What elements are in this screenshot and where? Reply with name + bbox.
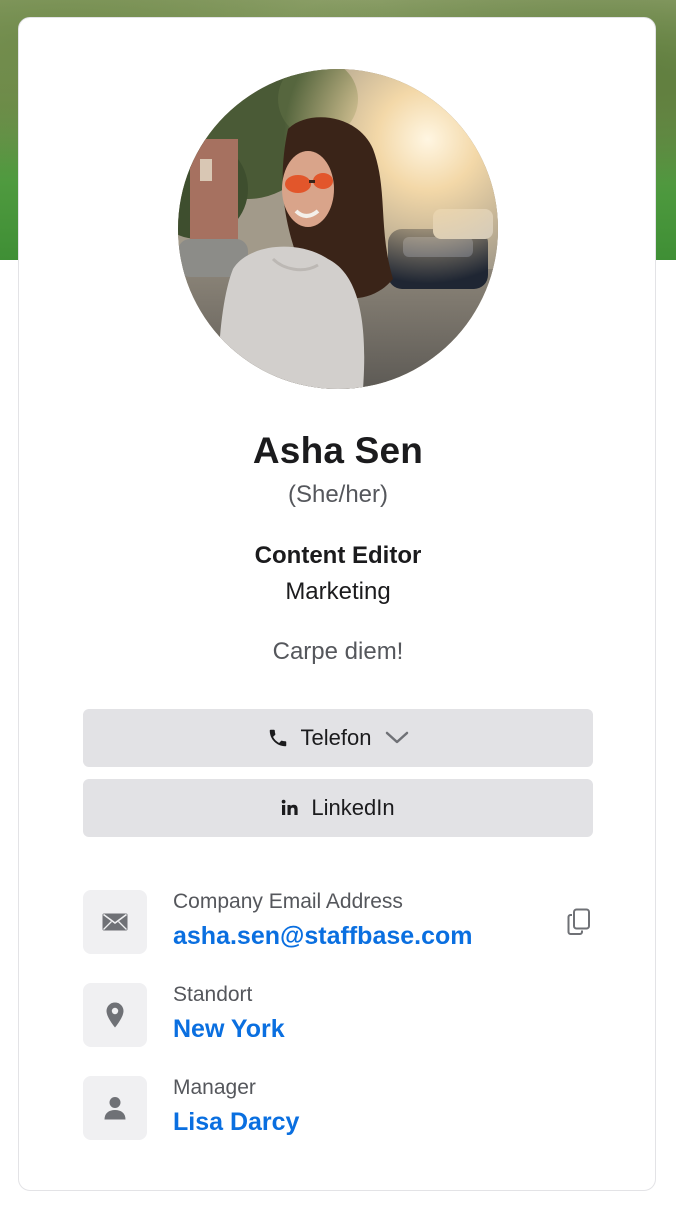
chevron-down-icon: [385, 731, 409, 745]
department: Marketing: [285, 578, 391, 605]
envelope-icon: [83, 890, 147, 954]
location-link[interactable]: New York: [173, 1015, 285, 1044]
manager-row: Manager Lisa Darcy: [83, 1076, 593, 1140]
person-icon: [83, 1076, 147, 1140]
profile-pronouns: (She/her): [287, 481, 389, 508]
status-message: Carpe diem!: [272, 638, 404, 665]
avatar: [178, 69, 498, 389]
email-link[interactable]: asha.sen@staffbase.com: [173, 922, 473, 951]
location-label: Standort: [173, 983, 253, 1006]
location-row: Standort New York: [83, 983, 593, 1047]
profile-name: Asha Sen: [252, 430, 424, 471]
email-row: Company Email Address asha.sen@staffbase…: [83, 890, 593, 954]
profile-card: Asha Sen (She/her) Content Editor Market…: [18, 17, 656, 1191]
profile-page: Asha Sen (She/her) Content Editor Market…: [0, 0, 676, 1216]
linkedin-icon: [281, 799, 299, 817]
copy-icon[interactable]: [565, 906, 593, 938]
linkedin-button-label: LinkedIn: [311, 795, 395, 820]
linkedin-button[interactable]: LinkedIn: [83, 779, 593, 837]
manager-label: Manager: [173, 1076, 256, 1099]
phone-button-label: Telefon: [300, 725, 372, 750]
location-pin-icon: [83, 983, 147, 1047]
job-title: Content Editor: [254, 542, 422, 569]
email-label: Company Email Address: [173, 890, 403, 913]
manager-link[interactable]: Lisa Darcy: [173, 1108, 299, 1137]
phone-icon: [267, 727, 289, 749]
phone-button[interactable]: Telefon: [83, 709, 593, 767]
